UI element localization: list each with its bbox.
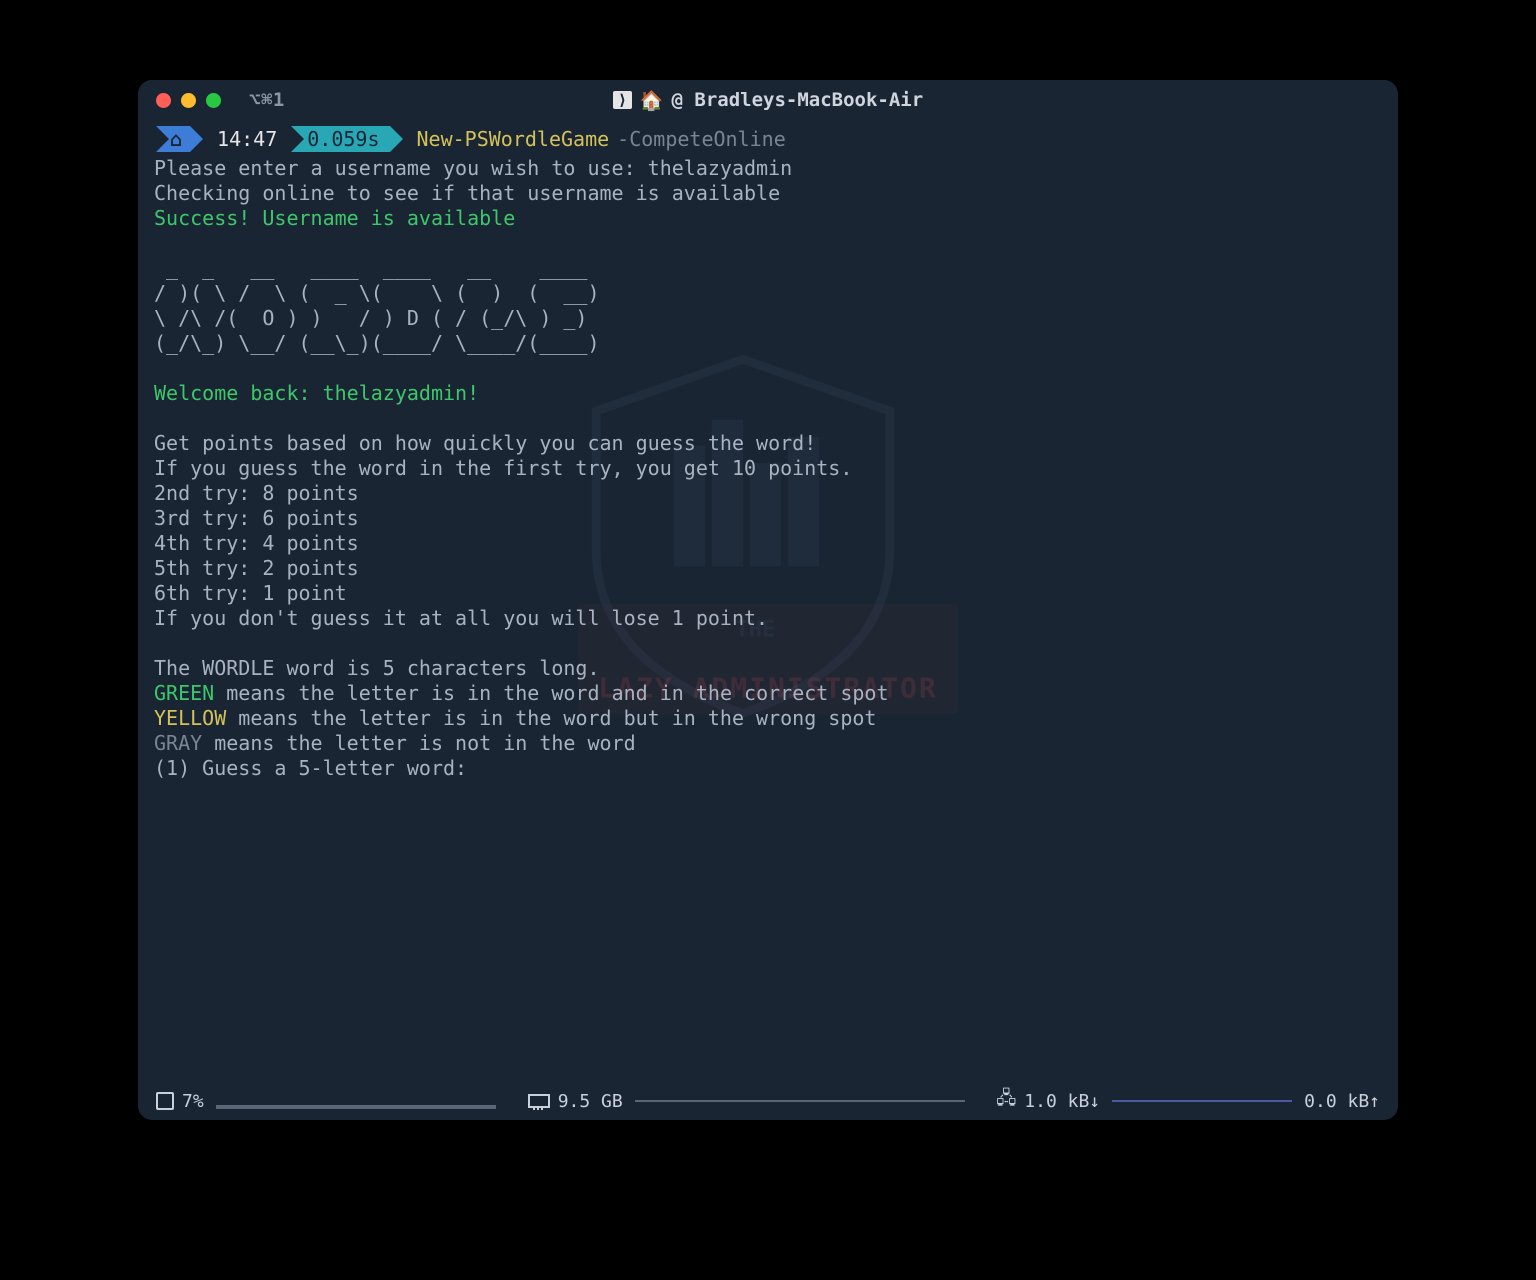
rules-green-line: GREEN means the letter is in the word an…	[154, 681, 1382, 706]
output-line: 3rd try: 6 points	[154, 506, 1382, 531]
cpu-value: 7%	[182, 1091, 204, 1112]
output-success: Success! Username is available	[154, 206, 1382, 231]
prompt-icon: ⟩	[613, 91, 632, 109]
ascii-art-line: _ _ __ ____ ____ __ ____	[154, 256, 1382, 281]
output-line: 6th try: 1 point	[154, 581, 1382, 606]
prompt-segment-time: 14:47	[203, 126, 291, 152]
output-line: Checking online to see if that username …	[154, 181, 1382, 206]
output-line: 5th try: 2 points	[154, 556, 1382, 581]
output-line: The WORDLE word is 5 characters long.	[154, 656, 1382, 681]
command-name: New-PSWordleGame	[417, 127, 610, 151]
cpu-status: 7%	[156, 1091, 204, 1112]
house-icon: 🏠	[640, 89, 664, 112]
output-line: If you don't guess it at all you will lo…	[154, 606, 1382, 631]
titlebar: ⌥⌘1 ⟩ 🏠 @ Bradleys-MacBook-Air	[138, 80, 1398, 120]
prompt-segment-path: ⌂	[156, 126, 190, 152]
output-line: 2nd try: 8 points	[154, 481, 1382, 506]
net-sparkline	[1112, 1100, 1292, 1102]
terminal-window: ⌥⌘1 ⟩ 🏠 @ Bradleys-MacBook-Air THE LAZY …	[138, 80, 1398, 1120]
rules-yellow-line: YELLOW means the letter is in the word b…	[154, 706, 1382, 731]
tab-shortcut-label: ⌥⌘1	[249, 89, 285, 111]
welcome-line: Welcome back: thelazyadmin!	[154, 381, 1382, 406]
ram-value: 9.5 GB	[558, 1091, 623, 1112]
segment-divider-icon	[390, 126, 403, 152]
statusbar: 7% 9.5 GB 🖧 1.0 kB↓ 0.0 kB↑	[138, 1082, 1398, 1120]
maximize-button[interactable]	[206, 93, 221, 108]
segment-divider-icon	[190, 126, 203, 152]
title-text: @ Bradleys-MacBook-Air	[672, 89, 924, 111]
net-status: 🖧 1.0 kB↓	[996, 1086, 1100, 1116]
cpu-icon	[156, 1092, 174, 1110]
close-button[interactable]	[156, 93, 171, 108]
home-icon: ⌂	[170, 127, 182, 151]
net-up-value: 0.0 kB↑	[1304, 1091, 1380, 1112]
ascii-art-line: \ /\ /( O ) ) / ) D ( / (_/\ ) _)	[154, 306, 1382, 331]
ascii-art-line: (_/\_) \__/ (__\_)(____/ \____/(____)	[154, 331, 1382, 356]
window-title: ⟩ 🏠 @ Bradleys-MacBook-Air	[138, 89, 1398, 112]
output-line: If you guess the word in the first try, …	[154, 456, 1382, 481]
rules-gray-line: GRAY means the letter is not in the word	[154, 731, 1382, 756]
output-line: Please enter a username you wish to use:…	[154, 156, 1382, 181]
shell-prompt: ⌂ 14:47 0.059s New-PSWordleGame -Compete…	[154, 126, 1382, 152]
ram-status: 9.5 GB	[528, 1091, 623, 1112]
ascii-art-line: / )( \ / \ ( _ \( \ ( ) ( __)	[154, 281, 1382, 306]
output-line: Get points based on how quickly you can …	[154, 431, 1382, 456]
minimize-button[interactable]	[181, 93, 196, 108]
command-argument: -CompeteOnline	[617, 127, 786, 151]
prompt-segment-duration: 0.059s	[291, 126, 389, 152]
net-down-value: 1.0 kB↓	[1024, 1091, 1100, 1112]
guess-prompt[interactable]: (1) Guess a 5-letter word:	[154, 756, 1382, 781]
traffic-lights	[156, 93, 221, 108]
output-line: 4th try: 4 points	[154, 531, 1382, 556]
network-icon: 🖧	[996, 1086, 1016, 1116]
ram-icon	[528, 1094, 550, 1108]
terminal-content[interactable]: THE LAZY ADMINISTRATOR ⌂ 14:47 0.059s Ne…	[138, 120, 1398, 1082]
ram-bar	[635, 1100, 965, 1102]
cpu-sparkline	[216, 1093, 496, 1109]
